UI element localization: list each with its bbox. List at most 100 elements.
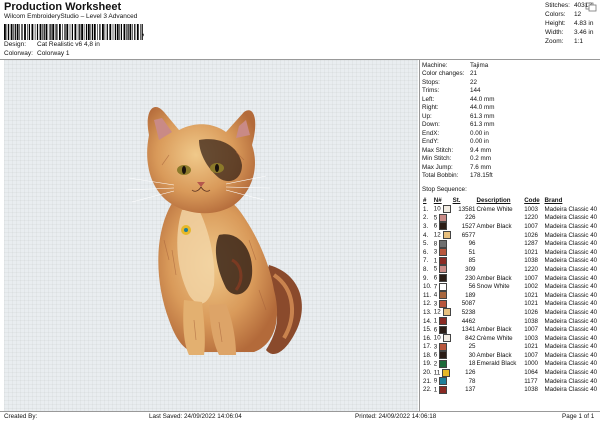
needle-cell: 12 — [433, 308, 452, 317]
needle-number: 3 — [433, 300, 438, 308]
color-swatch — [442, 368, 451, 377]
barcode-bar — [71, 24, 73, 40]
color-swatch — [439, 248, 448, 257]
info-row: Stops: 22 — [422, 78, 495, 87]
cell-st: 51 — [468, 248, 476, 256]
needle-cell: 8 — [433, 239, 452, 248]
cell-brand: Madeira Classic 40 — [544, 291, 598, 299]
cat-embroidery-icon — [125, 106, 302, 355]
needle-number: 11 — [433, 369, 441, 377]
cell-st: 842 — [465, 334, 476, 342]
needle-number: 4 — [433, 291, 438, 299]
table-row: 12. 3 5087 1021 Madeira Classic 40 — [422, 299, 600, 309]
copy-icon[interactable] — [585, 2, 597, 12]
info-label: Max Stitch: — [422, 146, 454, 154]
cell-brand: Madeira Classic 40 — [544, 377, 598, 385]
info-value: 0.00 in — [470, 129, 489, 137]
table-row: 4. 12 6577 1026 Madeira Classic 40 — [422, 231, 600, 240]
barcode-bar — [134, 24, 136, 40]
table-row: 19. 2 18 Emerald Black 1000 Madeira Classic 4… — [422, 359, 600, 369]
software-name: Wilcom EmbroideryStudio – Level 3 Advanc… — [4, 13, 138, 20]
cell-st: 309 — [465, 265, 476, 273]
barcode-bar — [106, 24, 108, 40]
cell-desc — [476, 300, 524, 309]
table-row: 17. 3 25 1021 Madeira Classic 40 — [422, 342, 600, 352]
needle-cell: 2 — [433, 359, 452, 369]
info-value: 44.0 mm — [470, 95, 495, 103]
cell-n: 17. — [423, 343, 432, 351]
color-swatch — [439, 282, 448, 291]
info-label: Min Stitch: — [422, 155, 452, 163]
cell-st: 13581 — [458, 205, 476, 213]
cell-brand: Madeira Classic 40 — [544, 326, 598, 334]
needle-cell: 3 — [433, 299, 452, 309]
needle-number: 9 — [433, 377, 438, 385]
summary-value: 4.83 in — [573, 20, 594, 27]
barcode-bar — [64, 24, 66, 40]
cell-desc — [476, 308, 524, 317]
barcode-bar — [45, 24, 48, 40]
info-label: Trims: — [422, 87, 440, 95]
cell-st: 85 — [468, 257, 476, 265]
color-swatch — [439, 342, 448, 351]
cell-brand: Madeira Classic 40 — [544, 248, 598, 256]
needle-number: 3 — [433, 343, 438, 351]
barcode-bar — [126, 24, 127, 40]
color-swatch — [439, 274, 448, 283]
cell-n: 3. — [423, 222, 429, 230]
barcode-bar — [14, 24, 16, 40]
barcode-bar — [59, 24, 61, 40]
needle-cell: 6 — [433, 351, 452, 360]
column-header: Brand — [544, 197, 563, 204]
colorway-value: Colorway 1 — [37, 50, 70, 57]
needle-cell: 10 — [433, 334, 452, 343]
cell-code: 1021 — [524, 248, 538, 256]
cell-st: 96 — [468, 240, 476, 248]
barcode-bar — [50, 24, 52, 40]
needle-cell: 11 — [433, 368, 452, 377]
barcode-bar — [21, 24, 23, 40]
needle-cell: 6 — [433, 325, 452, 334]
cell-code: 1220 — [524, 214, 538, 222]
barcode-bar — [34, 24, 36, 40]
barcode-bar — [10, 24, 13, 40]
cell-n: 5. — [423, 240, 429, 248]
barcode-bar — [6, 24, 8, 40]
cell-n: 21. — [423, 377, 432, 385]
barcode-bar — [119, 24, 120, 40]
needle-cell: 1 — [433, 385, 452, 394]
stop-sequence-label: Stop Sequence: — [422, 186, 467, 193]
column-header: # — [423, 197, 427, 204]
cell-n: 6. — [423, 248, 429, 256]
barcode-bar — [120, 24, 122, 40]
cell-desc — [476, 377, 524, 386]
needle-cell: 5 — [433, 265, 452, 274]
summary-row: Width: 3.46 in — [543, 28, 595, 37]
barcode — [4, 24, 143, 40]
needle-number: 8 — [433, 240, 438, 248]
barcode-bar — [42, 24, 43, 40]
color-swatch — [439, 385, 448, 394]
barcode-suffix: , — [142, 28, 145, 37]
barcode-bar — [48, 24, 50, 40]
barcode-bar — [69, 24, 71, 40]
barcode-bar — [85, 24, 88, 40]
summary-row: Height: 4.83 in — [543, 19, 595, 28]
info-row: Machine: Tajima — [422, 61, 495, 70]
summary-label: Stitches: — [545, 2, 570, 9]
cell-st: 189 — [465, 291, 476, 299]
summary-value: 3.46 in — [573, 29, 594, 36]
cell-desc — [476, 368, 524, 377]
cell-n: 11. — [423, 291, 432, 299]
cell-desc: Crème White — [476, 205, 513, 213]
needle-number: 3 — [433, 248, 438, 256]
color-swatch — [439, 317, 448, 326]
cell-brand: Madeira Classic 40 — [544, 369, 598, 377]
info-value: 178.15ft — [470, 172, 493, 180]
cell-n: 9. — [423, 274, 429, 282]
info-row: Trims: 144 — [422, 87, 495, 96]
cell-n: 13. — [423, 308, 432, 316]
needle-cell: 6 — [433, 222, 452, 231]
cell-n: 15. — [423, 326, 432, 334]
info-label: EndY: — [422, 138, 439, 146]
